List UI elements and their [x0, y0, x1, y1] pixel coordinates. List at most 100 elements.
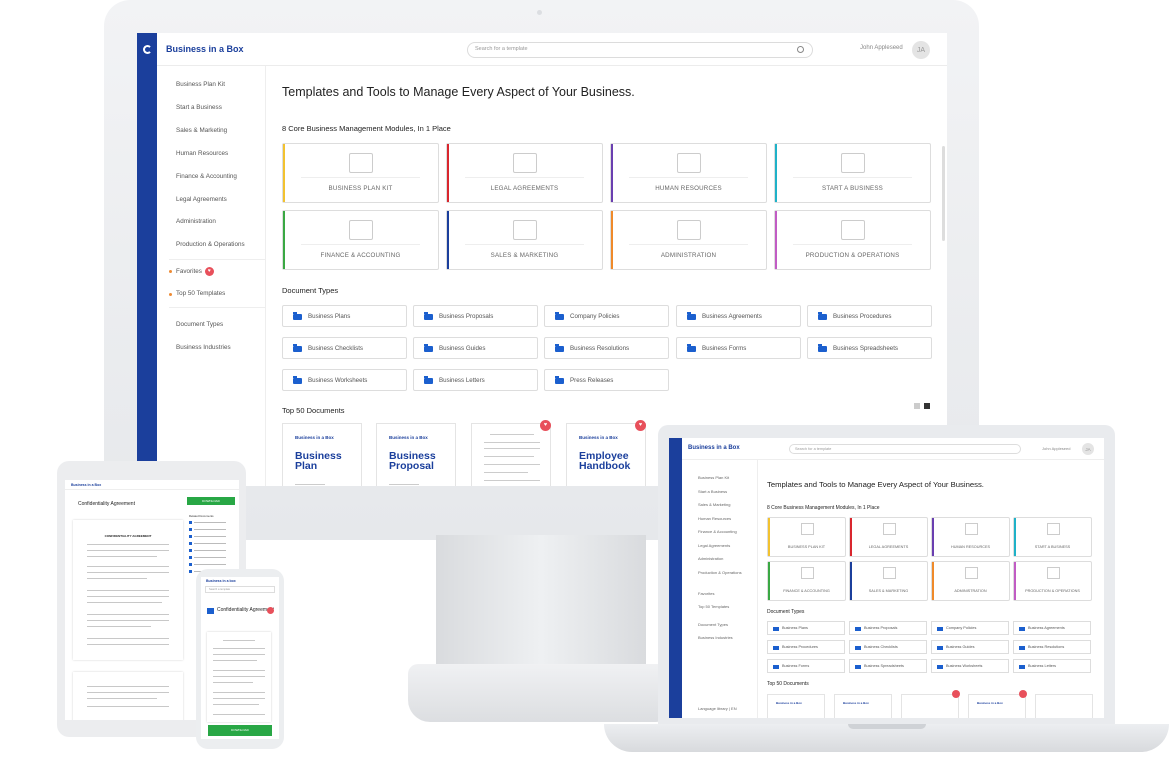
- doctype-press-releases[interactable]: Press Releases: [544, 369, 669, 391]
- brand-name[interactable]: Business in a Box: [688, 445, 740, 451]
- sidebar-item-human-resources[interactable]: Human Resources: [176, 150, 228, 157]
- favorite-heart-icon[interactable]: [1019, 690, 1027, 698]
- sidebar-item-sales-marketing[interactable]: Sales & Marketing: [698, 502, 730, 507]
- download-button[interactable]: DOWNLOAD: [208, 725, 272, 736]
- doctype-business-proposals[interactable]: Business Proposals: [849, 621, 927, 635]
- module-sales-marketing[interactable]: SALES & MARKETING: [849, 561, 928, 601]
- avatar[interactable]: JA: [1082, 443, 1094, 455]
- sidebar-item-legal-agreements[interactable]: Legal Agreements: [698, 543, 730, 548]
- doc-card-employee-handbook[interactable]: Business in a Box: [968, 694, 1026, 718]
- doctype-business-proposals[interactable]: Business Proposals: [413, 305, 538, 327]
- doctype-business-agreements[interactable]: Business Agreements: [1013, 621, 1091, 635]
- doctype-business-spreadsheets[interactable]: Business Spreadsheets: [807, 337, 932, 359]
- search-input[interactable]: Search for a template: [789, 444, 1021, 454]
- sidebar-item-start-a-business[interactable]: Start a Business: [698, 489, 727, 494]
- doctype-business-resolutions[interactable]: Business Resolutions: [1013, 640, 1091, 654]
- sidebar-item-sales-marketing[interactable]: Sales & Marketing: [176, 127, 227, 134]
- doc-card-agreement[interactable]: [471, 423, 551, 486]
- module-finance-accounting[interactable]: FINANCE & ACCOUNTING: [282, 210, 439, 270]
- doctype-business-guides[interactable]: Business Guides: [413, 337, 538, 359]
- related-document-item[interactable]: [189, 535, 235, 538]
- sidebar-item-start-a-business[interactable]: Start a Business: [176, 104, 222, 111]
- sidebar-item-top50[interactable]: Top 50 Templates: [176, 290, 225, 297]
- doctype-business-plans[interactable]: Business Plans: [767, 621, 845, 635]
- doc-card-business-proposal[interactable]: Business in a Box: [834, 694, 892, 718]
- sidebar-item-favorites[interactable]: Favorites ♥: [176, 267, 214, 276]
- doctype-business-forms[interactable]: Business Forms: [676, 337, 801, 359]
- favorite-heart-icon[interactable]: ♥: [540, 420, 551, 431]
- sidebar-item-legal-agreements[interactable]: Legal Agreements: [176, 196, 227, 203]
- doctype-company-policies[interactable]: Company Policies: [931, 621, 1009, 635]
- doctype-business-plans[interactable]: Business Plans: [282, 305, 407, 327]
- related-document-item[interactable]: [189, 528, 235, 531]
- favorite-heart-icon[interactable]: [952, 690, 960, 698]
- sidebar-item-finance-accounting[interactable]: Finance & Accounting: [176, 173, 237, 180]
- brand-name[interactable]: Business in a Box: [71, 483, 101, 487]
- related-document-item[interactable]: [189, 521, 235, 524]
- scrollbar[interactable]: [942, 146, 945, 241]
- favorite-heart-icon[interactable]: ♥: [635, 420, 646, 431]
- module-start-a-business[interactable]: START A BUSINESS: [774, 143, 931, 203]
- module-finance-accounting[interactable]: FINANCE & ACCOUNTING: [767, 561, 846, 601]
- doctype-business-guides[interactable]: Business Guides: [931, 640, 1009, 654]
- module-legal-agreements[interactable]: LEGAL AGREEMENTS: [446, 143, 603, 203]
- doctype-business-procedures[interactable]: Business Procedures: [767, 640, 845, 654]
- doctype-business-checklists[interactable]: Business Checklists: [849, 640, 927, 654]
- sidebar-item-business-plan-kit[interactable]: Business Plan Kit: [698, 475, 729, 480]
- doctype-business-letters[interactable]: Business Letters: [1013, 659, 1091, 673]
- doc-card-employee-handbook[interactable]: Business in a Box Employee Handbook: [566, 423, 646, 486]
- doctype-business-agreements[interactable]: Business Agreements: [676, 305, 801, 327]
- module-human-resources[interactable]: HUMAN RESOURCES: [610, 143, 767, 203]
- module-administration[interactable]: ADMINISTRATION: [931, 561, 1010, 601]
- grid-view-icon[interactable]: [924, 403, 930, 409]
- module-production-operations[interactable]: PRODUCTION & OPERATIONS: [774, 210, 931, 270]
- doctype-business-worksheets[interactable]: Business Worksheets: [931, 659, 1009, 673]
- doctype-business-spreadsheets[interactable]: Business Spreadsheets: [849, 659, 927, 673]
- document-page[interactable]: [207, 632, 271, 722]
- sidebar-item-document-types[interactable]: Document Types: [698, 622, 728, 627]
- sidebar-item-production-operations[interactable]: Production & Operations: [698, 570, 742, 575]
- language-selector[interactable]: Language library | EN: [698, 706, 737, 711]
- doctype-business-checklists[interactable]: Business Checklists: [282, 337, 407, 359]
- doctype-business-letters[interactable]: Business Letters: [413, 369, 538, 391]
- doc-card-business-proposal[interactable]: Business in a Box Business Proposal: [376, 423, 456, 486]
- sidebar-item-administration[interactable]: Administration: [176, 218, 216, 225]
- doc-card-agreement[interactable]: [901, 694, 959, 718]
- user-name[interactable]: John Appleseed: [860, 45, 903, 51]
- module-start-a-business[interactable]: START A BUSINESS: [1013, 517, 1092, 557]
- module-human-resources[interactable]: HUMAN RESOURCES: [931, 517, 1010, 557]
- related-document-item[interactable]: [189, 556, 235, 559]
- sidebar-item-business-plan-kit[interactable]: Business Plan Kit: [176, 81, 225, 88]
- brand-name[interactable]: Business in a Box: [166, 44, 244, 54]
- search-input[interactable]: Search for a template: [467, 42, 813, 58]
- sidebar-item-document-types[interactable]: Document Types: [176, 321, 223, 328]
- doc-card-document[interactable]: [1035, 694, 1093, 718]
- sidebar-item-top50[interactable]: Top 50 Templates: [698, 604, 729, 609]
- search-icon[interactable]: [797, 46, 804, 53]
- search-input[interactable]: Search a template: [205, 586, 275, 593]
- sidebar-item-administration[interactable]: Administration: [698, 556, 723, 561]
- doctype-business-procedures[interactable]: Business Procedures: [807, 305, 932, 327]
- brand-logo-icon[interactable]: [137, 33, 157, 66]
- doctype-business-resolutions[interactable]: Business Resolutions: [544, 337, 669, 359]
- download-button[interactable]: DOWNLOAD: [187, 497, 235, 505]
- document-page[interactable]: [73, 672, 183, 720]
- doc-card-business-plan[interactable]: Business in a Box: [767, 694, 825, 718]
- doctype-business-forms[interactable]: Business Forms: [767, 659, 845, 673]
- sidebar-item-human-resources[interactable]: Human Resources: [698, 516, 731, 521]
- sidebar-item-business-industries[interactable]: Business Industries: [176, 344, 231, 351]
- sidebar-item-business-industries[interactable]: Business Industries: [698, 635, 733, 640]
- module-business-plan-kit[interactable]: BUSINESS PLAN KIT: [282, 143, 439, 203]
- brand-name[interactable]: Business in a box: [206, 579, 236, 583]
- favorite-heart-icon[interactable]: [267, 607, 274, 614]
- sidebar-item-finance-accounting[interactable]: Finance & Accounting: [698, 529, 737, 534]
- module-production-operations[interactable]: PRODUCTION & OPERATIONS: [1013, 561, 1092, 601]
- doctype-company-policies[interactable]: Company Policies: [544, 305, 669, 327]
- related-document-item[interactable]: [189, 549, 235, 552]
- user-name[interactable]: John Appleseed: [1042, 446, 1070, 451]
- sidebar-item-production-operations[interactable]: Production & Operations: [176, 241, 245, 248]
- doctype-business-worksheets[interactable]: Business Worksheets: [282, 369, 407, 391]
- sidebar-item-favorites[interactable]: Favorites: [698, 591, 714, 596]
- module-administration[interactable]: ADMINISTRATION: [610, 210, 767, 270]
- related-document-item[interactable]: [189, 563, 235, 566]
